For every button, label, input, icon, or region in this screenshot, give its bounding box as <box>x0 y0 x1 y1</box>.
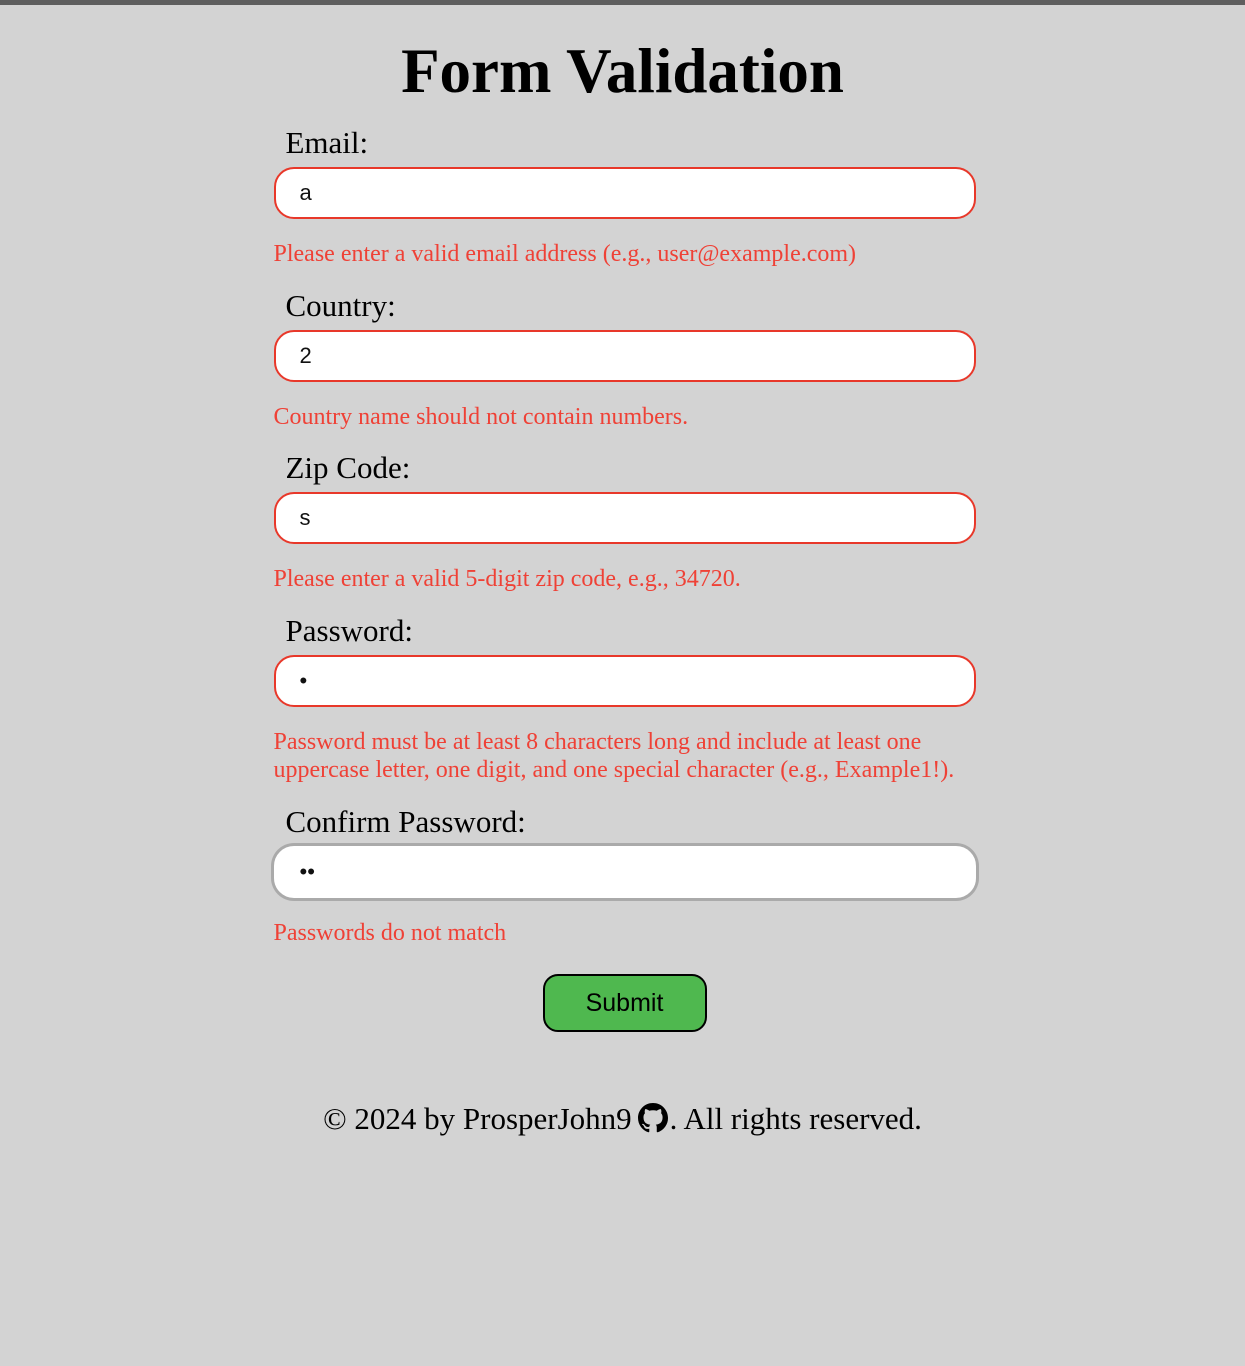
confirm-password-label: Confirm Password: <box>285 804 526 840</box>
zip-label: Zip Code: <box>285 450 411 486</box>
footer-rights-text: . All rights reserved. <box>669 1100 922 1136</box>
zip-error: Please enter a valid 5-digit zip code, e… <box>273 566 741 593</box>
password-error: Password must be at least 8 characters l… <box>273 728 955 784</box>
github-icon[interactable] <box>637 1102 668 1133</box>
submit-row: Submit <box>270 973 976 1032</box>
footer: © 2024 by ProsperJohn9 . All rights reser… <box>0 1101 1245 1137</box>
email-input[interactable] <box>273 167 976 220</box>
email-label: Email: <box>285 125 369 161</box>
confirm-password-input[interactable] <box>273 846 976 899</box>
country-label: Country: <box>285 287 396 323</box>
field-group-email: Email: Please enter a valid email addres… <box>273 124 976 269</box>
field-group-country: Country: Country name should not contain… <box>273 287 976 432</box>
validation-form: Email: Please enter a valid email addres… <box>270 124 976 948</box>
country-error: Country name should not contain numbers. <box>273 403 689 430</box>
email-error: Please enter a valid email address (e.g.… <box>273 241 857 268</box>
zip-input[interactable] <box>273 492 976 545</box>
field-group-password: Password: Password must be at least 8 ch… <box>273 612 976 785</box>
page-title: Form Validation <box>401 36 844 106</box>
field-group-confirm-password: Confirm Password: Passwords do not match <box>273 803 976 948</box>
country-input[interactable] <box>273 329 976 382</box>
confirm-password-error: Passwords do not match <box>273 920 507 947</box>
password-label: Password: <box>285 612 413 648</box>
password-input[interactable] <box>273 654 976 707</box>
field-group-zip: Zip Code: Please enter a valid 5-digit z… <box>273 449 976 594</box>
footer-copyright-text: © 2024 by ProsperJohn9 <box>323 1100 632 1136</box>
page-root: Form Validation Email: Please enter a va… <box>0 5 1245 1137</box>
submit-button[interactable]: Submit <box>542 973 707 1032</box>
